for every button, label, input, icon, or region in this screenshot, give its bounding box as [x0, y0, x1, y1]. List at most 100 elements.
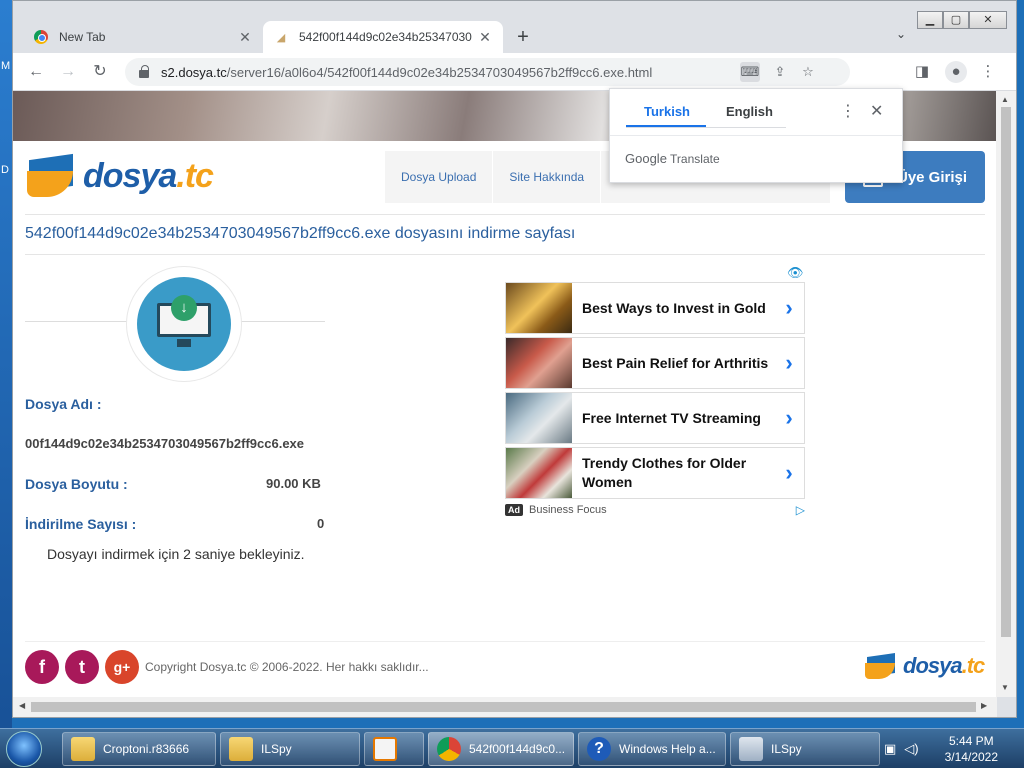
tab-download-page[interactable]: ◢ 542f00f144d9c02e34b25347030 ✕: [263, 21, 503, 53]
download-badge: ↓: [126, 266, 242, 382]
translate-tab-english[interactable]: English: [726, 104, 773, 119]
reload-icon[interactable]: ↻: [89, 61, 111, 83]
folder-icon: [71, 737, 95, 761]
ad-item[interactable]: Best Ways to Invest in Gold ›: [505, 282, 805, 334]
ad-info-play-icon[interactable]: ▷: [796, 503, 805, 517]
taskbar-item[interactable]: ? Windows Help a...: [578, 732, 726, 766]
volume-icon[interactable]: ◁): [904, 741, 918, 757]
translate-tab-turkish[interactable]: Turkish: [644, 104, 690, 119]
download-monitor-icon: ↓: [137, 277, 231, 371]
menu-item-upload[interactable]: Dosya Upload: [385, 151, 494, 203]
ad-item[interactable]: Best Pain Relief for Arthritis ›: [505, 337, 805, 389]
facebook-icon[interactable]: f: [25, 650, 59, 684]
address-bar[interactable]: s2.dosya.tc/server16/a0l6o4/542f00f144d9…: [125, 58, 850, 86]
menu-kebab-icon[interactable]: ⋮: [977, 61, 999, 83]
footer-logo[interactable]: dosya.tc: [865, 651, 985, 681]
start-button[interactable]: [6, 731, 42, 767]
taskbar-item[interactable]: [364, 732, 424, 766]
system-tray: ▣ ◁) 5:44 PM 3/14/2022: [884, 729, 1024, 768]
vertical-scrollbar[interactable]: ▲ ▼: [996, 91, 1016, 697]
taskbar-item[interactable]: ILSpy: [220, 732, 360, 766]
ad-badge: Ad: [505, 504, 523, 516]
ad-item[interactable]: Trendy Clothes for Older Women ›: [505, 447, 805, 499]
scroll-left-arrow-icon[interactable]: ◀: [19, 701, 25, 710]
chevron-right-icon[interactable]: ›: [774, 350, 804, 376]
back-arrow-icon[interactable]: ←: [25, 61, 47, 83]
profile-avatar-icon[interactable]: ●: [945, 61, 967, 83]
site-logo[interactable]: dosya.tc: [27, 153, 214, 199]
copyright-text: Copyright Dosya.tc © 2006-2022. Her hakk…: [145, 660, 429, 674]
clock-date: 3/14/2022: [944, 750, 999, 764]
scroll-down-arrow-icon[interactable]: ▼: [1001, 683, 1009, 692]
ad-thumbnail-clothes: [506, 448, 572, 498]
browser-window: New Tab ✕ ◢ 542f00f144d9c02e34b25347030 …: [12, 0, 1017, 718]
media-player-icon: [373, 737, 397, 761]
taskbar: Croptoni.r83666 ILSpy 542f00f144d9c0... …: [0, 728, 1024, 768]
file-size-label: Dosya Boyutu :: [25, 476, 128, 492]
system-clock[interactable]: 5:44 PM 3/14/2022: [945, 733, 998, 765]
forward-arrow-icon[interactable]: →: [57, 61, 79, 83]
ad-title: Best Pain Relief for Arthritis: [582, 354, 769, 371]
active-tab-underline: [626, 125, 706, 127]
file-size-value: 90.00 KB: [266, 476, 321, 491]
scroll-up-arrow-icon[interactable]: ▲: [1001, 95, 1009, 104]
chrome-icon: [437, 737, 461, 761]
ad-thumbnail-gold: [506, 283, 572, 333]
side-panel-icon[interactable]: ◨: [911, 61, 933, 83]
ad-choices-eye-icon[interactable]: 👁: [787, 265, 804, 281]
page-container: dosya.tc Dosya Upload Site Hakkında Üye …: [13, 141, 997, 697]
taskbar-item[interactable]: ILSpy: [730, 732, 880, 766]
new-tab-button[interactable]: +: [511, 25, 535, 49]
taskbar-item-label: Windows Help a...: [619, 742, 716, 756]
taskbar-item[interactable]: Croptoni.r83666: [62, 732, 216, 766]
tab-title: New Tab: [59, 30, 106, 44]
close-icon[interactable]: ✕: [237, 29, 253, 46]
chevron-right-icon[interactable]: ›: [774, 460, 804, 486]
tab-new-tab[interactable]: New Tab ✕: [23, 21, 263, 53]
download-arrow-icon: ↓: [171, 295, 197, 321]
twitter-icon[interactable]: t: [65, 650, 99, 684]
network-icon[interactable]: ▣: [884, 741, 896, 757]
horizontal-scrollbar[interactable]: ◀ ▶: [13, 697, 997, 717]
chevron-right-icon[interactable]: ›: [774, 405, 804, 431]
minimize-button[interactable]: ▁: [917, 11, 943, 29]
logo-text: dosya.tc: [903, 653, 985, 678]
maximize-button[interactable]: ▢: [943, 11, 969, 29]
tab-strip: New Tab ✕ ◢ 542f00f144d9c02e34b25347030 …: [13, 1, 1016, 53]
download-count-value: 0: [317, 516, 325, 531]
divider: [25, 641, 985, 642]
ad-sponsor[interactable]: Business Focus: [529, 504, 607, 516]
member-login-label: Üye Girişi: [897, 168, 968, 186]
taskbar-item-active[interactable]: 542f00f144d9c0...: [428, 732, 574, 766]
ad-thumbnail-tv: [506, 393, 572, 443]
google-plus-icon[interactable]: g+: [105, 650, 139, 684]
close-icon[interactable]: ✕: [477, 29, 493, 46]
help-icon: ?: [587, 737, 611, 761]
desktop-edge: M D: [0, 0, 12, 768]
ad-title: Best Ways to Invest in Gold: [582, 299, 766, 316]
ad-thumbnail-arthritis: [506, 338, 572, 388]
menu-item-about[interactable]: Site Hakkında: [493, 151, 602, 203]
file-name-label: Dosya Adı :: [25, 396, 102, 412]
translate-menu-kebab-icon[interactable]: ⋮: [840, 101, 856, 121]
ad-footer: Ad Business Focus ▷: [505, 503, 805, 517]
chevron-right-icon[interactable]: ›: [774, 295, 804, 321]
window-close-button[interactable]: ✕: [969, 11, 1007, 29]
ad-item[interactable]: Free Internet TV Streaming ›: [505, 392, 805, 444]
folder-icon: [229, 737, 253, 761]
lock-icon[interactable]: [139, 65, 149, 78]
logo-text: dosya.tc: [83, 156, 214, 195]
bookmark-star-icon[interactable]: ☆: [798, 62, 818, 82]
scrollbar-thumb[interactable]: [31, 702, 976, 712]
logo-mark-icon: [865, 651, 897, 681]
scrollbar-thumb[interactable]: [1001, 107, 1011, 637]
scroll-right-arrow-icon[interactable]: ▶: [981, 701, 987, 710]
translate-popup: Turkish English ⋮ ✕ Google Translate: [609, 88, 903, 183]
tab-search-chevron-down-icon[interactable]: ⌄: [896, 27, 906, 41]
close-icon[interactable]: ✕: [870, 101, 883, 121]
translate-icon[interactable]: ⌨: [740, 62, 760, 82]
url-path: /server16/a0l6o4/542f00f144d9c02e34b2534…: [226, 64, 653, 80]
share-icon[interactable]: ⇪: [770, 62, 790, 82]
chrome-favicon-icon: [33, 29, 49, 45]
desktop-glyph: D: [1, 164, 9, 176]
